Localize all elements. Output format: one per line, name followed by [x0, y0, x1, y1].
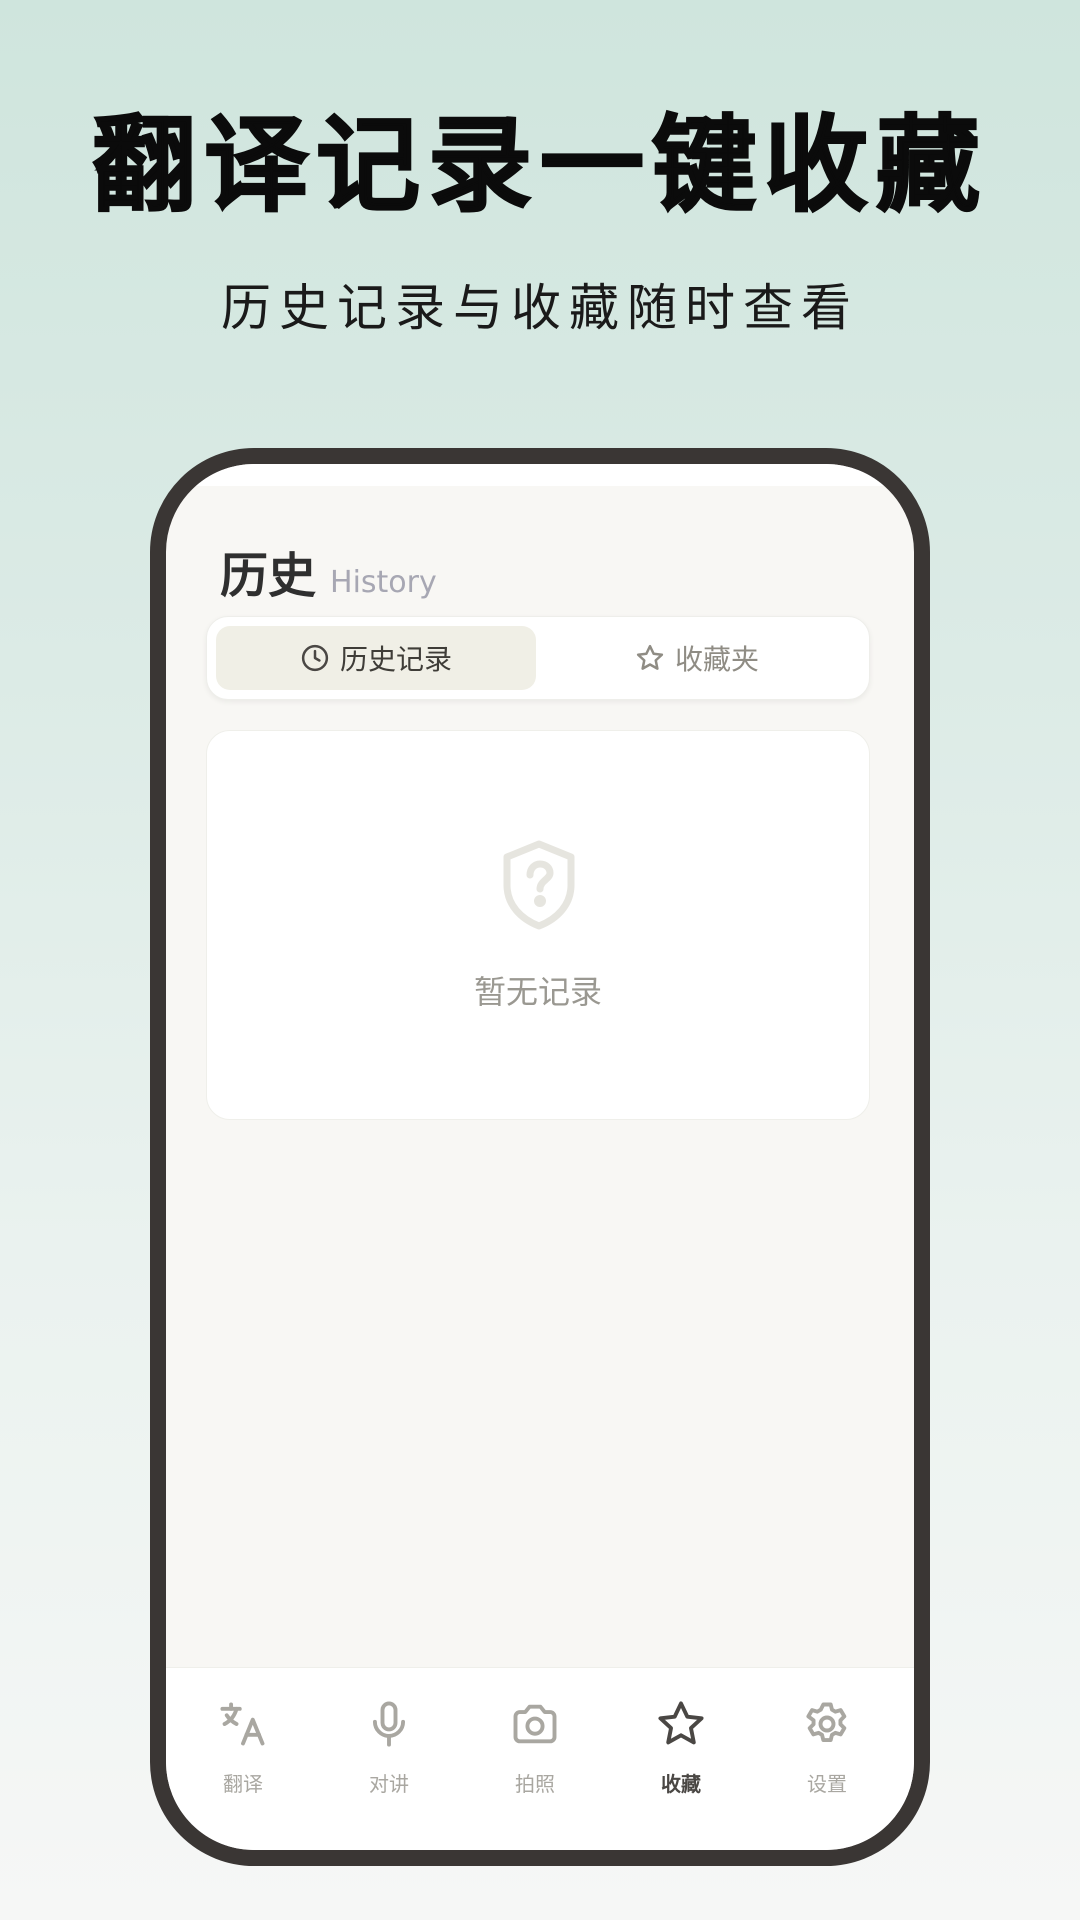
nav-item-intercom[interactable]: 对讲: [329, 1698, 449, 1797]
phone-frame: 历史 History 历史记录 收藏夹 暂无记录 翻译 对讲 拍照 收藏 设置: [150, 448, 930, 1866]
gear-icon: [806, 1702, 847, 1742]
nav-label-settings: 设置: [807, 1772, 847, 1796]
nav-item-settings[interactable]: 设置: [767, 1698, 887, 1797]
nav-item-translate[interactable]: 翻译: [183, 1698, 303, 1797]
microphone-icon: [372, 1701, 406, 1747]
promo-title: 翻译记录一键收藏: [91, 103, 988, 227]
tab-favorites[interactable]: 收藏夹: [537, 626, 857, 690]
page-title: 历史: [220, 548, 317, 604]
empty-state-card: 暂无记录: [206, 730, 870, 1120]
nav-label-translate: 翻译: [223, 1772, 263, 1796]
segmented-control: 历史记录 收藏夹: [206, 616, 870, 700]
shield-question-icon: [503, 840, 575, 930]
star-icon: [658, 1701, 704, 1745]
camera-icon: [513, 1704, 557, 1744]
nav-label-intercom: 对讲: [369, 1772, 409, 1796]
page-subtitle: History: [330, 565, 437, 600]
nav-item-favorites[interactable]: 收藏: [621, 1698, 741, 1797]
star-icon: [636, 644, 664, 670]
tab-history[interactable]: 历史记录: [216, 626, 536, 690]
clock-icon: [301, 644, 329, 672]
nav-label-favorites: 收藏: [661, 1772, 701, 1796]
status-area: [166, 464, 914, 486]
promo-subtitle: 历史记录与收藏随时查看: [221, 279, 859, 337]
empty-state-text: 暂无记录: [473, 973, 602, 1011]
nav-label-camera: 拍照: [515, 1772, 555, 1796]
bottom-navigation: 翻译 对讲 拍照 收藏 设置: [166, 1667, 914, 1850]
tab-history-label: 历史记录: [339, 643, 452, 676]
nav-item-camera[interactable]: 拍照: [475, 1698, 595, 1797]
tab-favorites-label: 收藏夹: [674, 643, 759, 676]
translate-icon: [220, 1702, 265, 1746]
page-header: 历史 History: [220, 536, 437, 606]
